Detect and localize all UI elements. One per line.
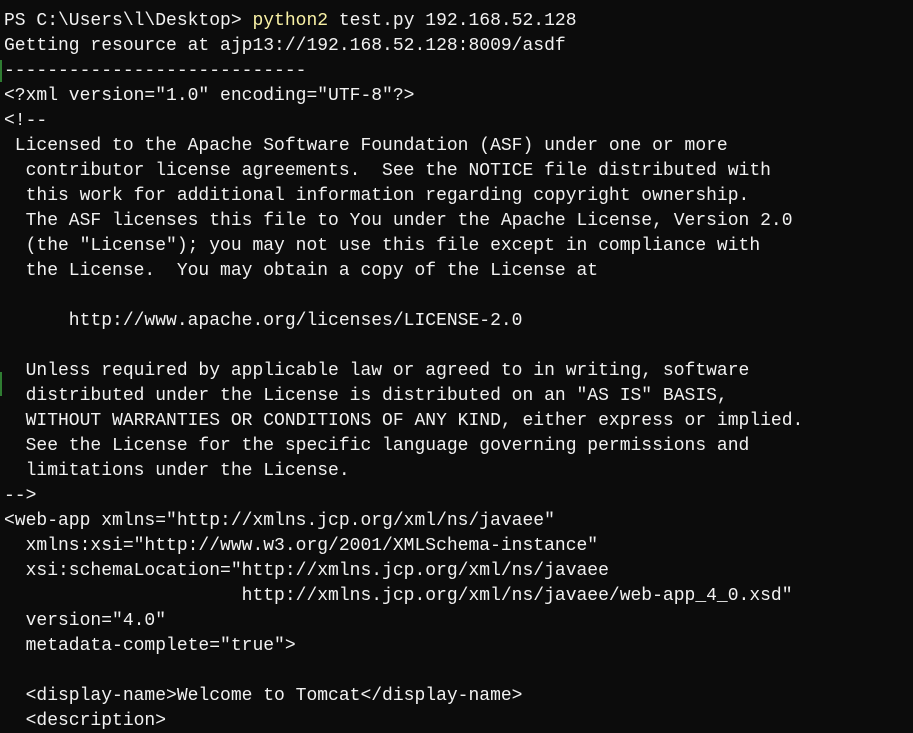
- output-line: Getting resource at ajp13://192.168.52.1…: [4, 36, 566, 56]
- output-line: (the "License"); you may not use this fi…: [4, 236, 761, 256]
- output-line: http://www.apache.org/licenses/LICENSE-2…: [4, 311, 523, 331]
- output-line: <?xml version="1.0" encoding="UTF-8"?>: [4, 86, 415, 106]
- command-name: python2: [252, 11, 329, 31]
- output-line: http://xmlns.jcp.org/xml/ns/javaee/web-a…: [4, 586, 793, 606]
- output-line: Unless required by applicable law or agr…: [4, 361, 750, 381]
- output-line: ----------------------------: [4, 61, 307, 81]
- terminal-window[interactable]: PS C:\Users\l\Desktop> python2 test.py 1…: [0, 0, 913, 733]
- prompt-path: PS C:\Users\l\Desktop>: [4, 11, 253, 31]
- output-line: Licensed to the Apache Software Foundati…: [4, 136, 728, 156]
- output-line: contributor license agreements. See the …: [4, 161, 771, 181]
- output-line: distributed under the License is distrib…: [4, 386, 728, 406]
- command-args: test.py 192.168.52.128: [328, 11, 577, 31]
- output-line: <!--: [4, 111, 48, 131]
- output-line: <web-app xmlns="http://xmlns.jcp.org/xml…: [4, 511, 555, 531]
- output-line: version="4.0": [4, 611, 167, 631]
- output-line: The ASF licenses this file to You under …: [4, 211, 793, 231]
- prompt-line: PS C:\Users\l\Desktop> python2 test.py 1…: [4, 9, 913, 34]
- output-line: -->: [4, 486, 37, 506]
- output-line: this work for additional information reg…: [4, 186, 750, 206]
- left-edge-marker: [0, 372, 2, 396]
- output-line: <description>: [4, 711, 167, 731]
- output-line: metadata-complete="true">: [4, 636, 296, 656]
- output-line: WITHOUT WARRANTIES OR CONDITIONS OF ANY …: [4, 411, 804, 431]
- output-line: the License. You may obtain a copy of th…: [4, 261, 599, 281]
- output-line: <display-name>Welcome to Tomcat</display…: [4, 686, 523, 706]
- output-line: limitations under the License.: [4, 461, 350, 481]
- output-line: xsi:schemaLocation="http://xmlns.jcp.org…: [4, 561, 609, 581]
- output-line: xmlns:xsi="http://www.w3.org/2001/XMLSch…: [4, 536, 599, 556]
- left-edge-marker: [0, 60, 2, 82]
- output-line: See the License for the specific languag…: [4, 436, 750, 456]
